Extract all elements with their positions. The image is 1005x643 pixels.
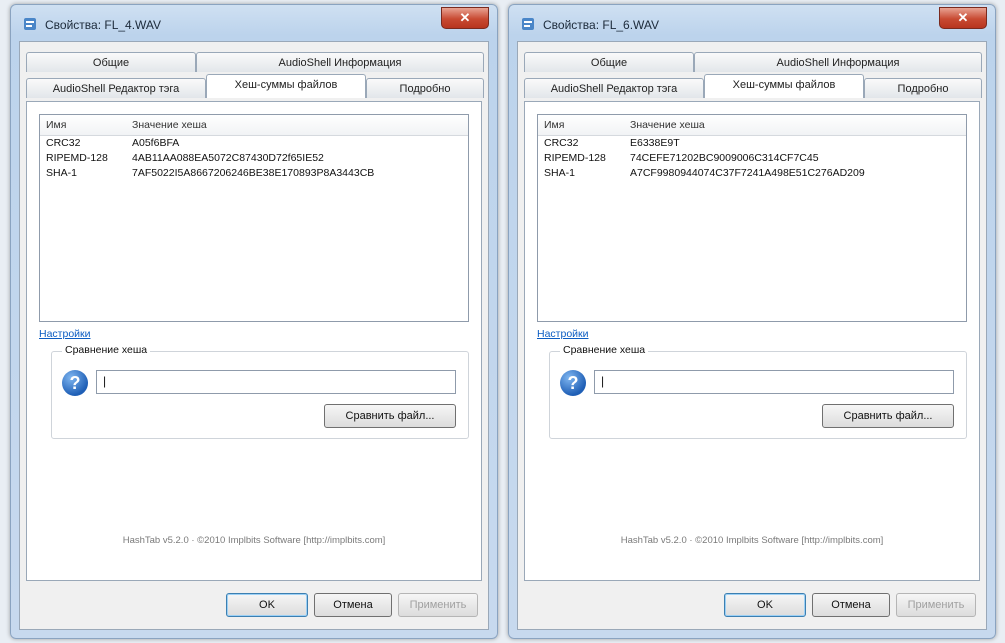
title-bar[interactable]: Свойства: FL_4.WAV ✕ xyxy=(11,5,497,41)
properties-dialog-left: Свойства: FL_4.WAV ✕ Общие AudioShell Ин… xyxy=(10,4,498,639)
version-credit: HashTab v5.2.0 · ©2010 Implbits Software… xyxy=(620,535,884,546)
properties-dialog-right: Свойства: FL_6.WAV ✕ Общие AudioShell Ин… xyxy=(508,4,996,639)
tab-audioshell-tag-editor[interactable]: AudioShell Редактор тэга xyxy=(524,78,704,98)
window-title: Свойства: FL_4.WAV xyxy=(45,18,162,32)
column-name[interactable]: Имя xyxy=(46,119,66,131)
tab-general[interactable]: Общие xyxy=(26,52,196,72)
list-item[interactable]: CRC32 A05f6BFA xyxy=(40,136,468,151)
hash-value: E6338E9T xyxy=(630,137,680,149)
file-properties-icon xyxy=(522,18,534,30)
hash-name: CRC32 xyxy=(544,137,579,149)
hash-compare-input[interactable]: | xyxy=(96,370,456,394)
settings-link[interactable]: Настройки xyxy=(537,328,589,340)
column-hash-value[interactable]: Значение хеша xyxy=(630,119,705,131)
hash-value: A7CF9980944074C37F7241A498E51C276AD209 xyxy=(630,167,865,179)
hash-value: 7AF5022I5A8667206246BE38E170893P8A3443CB xyxy=(132,167,375,179)
apply-button[interactable]: Применить xyxy=(896,593,976,617)
hash-name: CRC32 xyxy=(46,137,81,149)
tab-file-hashes[interactable]: Хеш-суммы файлов xyxy=(704,74,864,98)
help-icon: ? xyxy=(560,370,586,396)
tab-audioshell-info[interactable]: AudioShell Информация xyxy=(196,52,484,72)
group-label: Сравнение хеша xyxy=(62,344,151,356)
dialog-buttons: OK Отмена Применить xyxy=(716,593,976,619)
compare-file-button[interactable]: Сравнить файл... xyxy=(822,404,954,428)
close-button[interactable]: ✕ xyxy=(441,7,489,29)
hash-compare-group: Сравнение хеша ? | Сравнить файл... xyxy=(549,344,967,439)
tab-audioshell-tag-editor[interactable]: AudioShell Редактор тэга xyxy=(26,78,206,98)
hash-compare-group: Сравнение хеша ? | Сравнить файл... xyxy=(51,344,469,439)
group-label: Сравнение хеша xyxy=(560,344,649,356)
column-name[interactable]: Имя xyxy=(544,119,564,131)
apply-button[interactable]: Применить xyxy=(398,593,478,617)
tab-general[interactable]: Общие xyxy=(524,52,694,72)
cancel-button[interactable]: Отмена xyxy=(314,593,392,617)
hash-list[interactable]: Имя Значение хеша CRC32 E6338E9T RIPEMD-… xyxy=(537,114,967,322)
close-button[interactable]: ✕ xyxy=(939,7,987,29)
hash-name: RIPEMD-128 xyxy=(544,152,606,164)
hash-tab-panel: Имя Значение хеша CRC32 E6338E9T RIPEMD-… xyxy=(524,101,980,581)
list-item[interactable]: SHA-1 7AF5022I5A8667206246BE38E170893P8A… xyxy=(40,166,468,181)
hash-list[interactable]: Имя Значение хеша CRC32 A05f6BFA RIPEMD-… xyxy=(39,114,469,322)
hash-value: 74CEFE71202BC9009006C314CF7C45 xyxy=(630,152,819,164)
hash-value: A05f6BFA xyxy=(132,137,180,149)
ok-button[interactable]: OK xyxy=(724,593,806,617)
list-item[interactable]: CRC32 E6338E9T xyxy=(538,136,966,151)
tab-details[interactable]: Подробно xyxy=(366,78,484,98)
hash-value: 4AB11AA088EA5072C87430D72f65IE52 xyxy=(132,152,324,164)
hash-compare-input[interactable]: | xyxy=(594,370,954,394)
compare-file-button[interactable]: Сравнить файл... xyxy=(324,404,456,428)
list-item[interactable]: RIPEMD-128 74CEFE71202BC9009006C314CF7C4… xyxy=(538,151,966,166)
column-hash-value[interactable]: Значение хеша xyxy=(132,119,207,131)
dialog-client: Общие AudioShell Информация AudioShell Р… xyxy=(19,41,489,630)
file-properties-icon xyxy=(24,18,36,30)
tab-audioshell-info[interactable]: AudioShell Информация xyxy=(694,52,982,72)
dialog-client: Общие AudioShell Информация AudioShell Р… xyxy=(517,41,987,630)
list-header: Имя Значение хеша xyxy=(40,115,468,136)
dialog-buttons: OK Отмена Применить xyxy=(218,593,478,619)
version-credit: HashTab v5.2.0 · ©2010 Implbits Software… xyxy=(122,535,386,546)
hash-name: SHA-1 xyxy=(46,167,77,179)
list-header: Имя Значение хеша xyxy=(538,115,966,136)
window-title: Свойства: FL_6.WAV xyxy=(543,18,660,32)
hash-name: SHA-1 xyxy=(544,167,575,179)
list-item[interactable]: SHA-1 A7CF9980944074C37F7241A498E51C276A… xyxy=(538,166,966,181)
list-item[interactable]: RIPEMD-128 4AB11AA088EA5072C87430D72f65I… xyxy=(40,151,468,166)
tab-details[interactable]: Подробно xyxy=(864,78,982,98)
ok-button[interactable]: OK xyxy=(226,593,308,617)
settings-link[interactable]: Настройки xyxy=(39,328,91,340)
cancel-button[interactable]: Отмена xyxy=(812,593,890,617)
title-bar[interactable]: Свойства: FL_6.WAV ✕ xyxy=(509,5,995,41)
hash-tab-panel: Имя Значение хеша CRC32 A05f6BFA RIPEMD-… xyxy=(26,101,482,581)
help-icon: ? xyxy=(62,370,88,396)
hash-name: RIPEMD-128 xyxy=(46,152,108,164)
tab-file-hashes[interactable]: Хеш-суммы файлов xyxy=(206,74,366,98)
